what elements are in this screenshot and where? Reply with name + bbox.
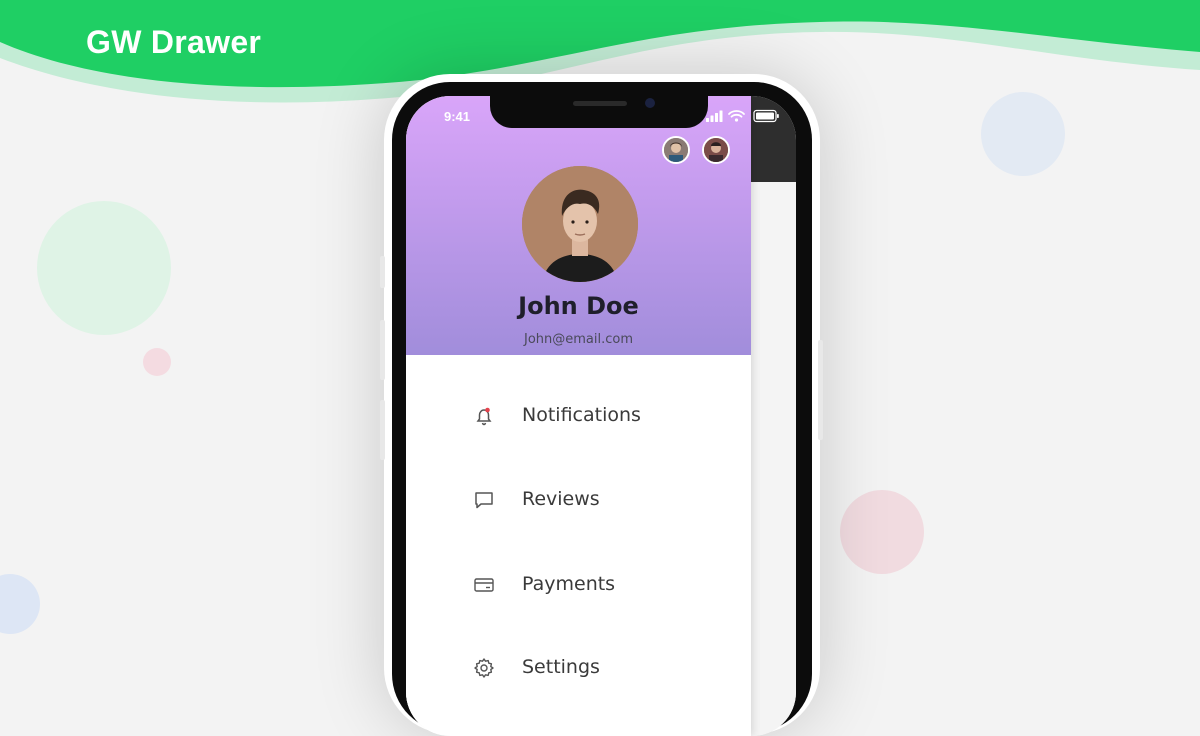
side-button [380, 400, 385, 460]
menu-item-label: Notifications [522, 404, 641, 426]
camera-icon [645, 98, 655, 108]
status-icons [706, 108, 784, 124]
status-time: 9:41 [444, 109, 471, 124]
wifi-icon [728, 110, 745, 122]
chat-bubble-icon [472, 488, 496, 512]
account-avatar[interactable] [702, 136, 730, 164]
profile-avatar[interactable] [522, 166, 638, 282]
menu-item-label: Reviews [522, 488, 600, 510]
credit-card-icon [472, 573, 496, 597]
decor-bubble [37, 201, 171, 335]
profile-name: John Doe [518, 292, 639, 320]
navigation-drawer: 9:41 John Doe John@email.com Notificatio… [406, 96, 751, 736]
account-avatar[interactable] [662, 136, 690, 164]
bell-icon [472, 404, 496, 428]
profile-email: John@email.com [523, 332, 633, 347]
decor-bubble [840, 490, 924, 574]
battery-icon [753, 109, 779, 123]
side-button [380, 320, 385, 380]
decor-bubble [143, 348, 171, 376]
decor-bubble [981, 92, 1065, 176]
drawer-header: 9:41 John Doe John@email.com [406, 96, 751, 355]
decor-bubble [0, 574, 40, 634]
menu-item-notifications[interactable]: Notifications [472, 396, 732, 436]
phone-screen: 9:41 John Doe John@email.com Notificatio… [406, 96, 796, 736]
side-button [380, 256, 385, 288]
side-button [818, 340, 823, 440]
menu-item-settings[interactable]: Settings [472, 648, 732, 688]
gear-icon [472, 656, 496, 680]
menu-item-reviews[interactable]: Reviews [472, 480, 732, 520]
menu-item-label: Payments [522, 573, 616, 595]
menu-item-payments[interactable]: Payments [472, 565, 732, 605]
signal-icon [706, 110, 723, 122]
menu-item-label: Settings [522, 656, 600, 678]
brand-title: GW Drawer [86, 24, 262, 60]
phone-notch [490, 96, 708, 128]
